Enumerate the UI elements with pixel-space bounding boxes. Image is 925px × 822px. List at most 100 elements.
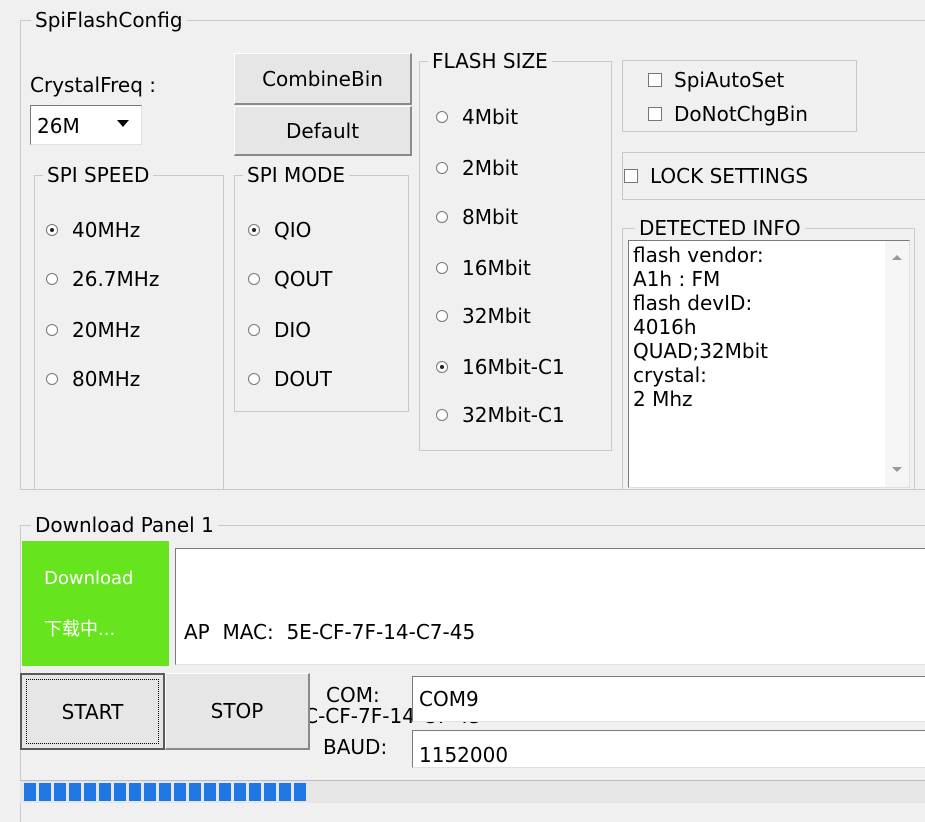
- radio-icon: [436, 211, 448, 223]
- flash-option-32mbit-c1[interactable]: 32Mbit-C1: [436, 403, 565, 427]
- flash-option-2mbit[interactable]: 2Mbit: [436, 156, 518, 180]
- spi-mode-title: SPI MODE: [243, 163, 350, 187]
- radio-icon: [436, 111, 448, 123]
- speed-option-26-7mhz[interactable]: 26.7MHz: [46, 267, 159, 291]
- speed-option-40mhz[interactable]: 40MHz: [46, 218, 140, 242]
- progress-segment: [294, 783, 306, 801]
- combine-bin-button[interactable]: CombineBin: [234, 53, 412, 105]
- radio-icon: [436, 310, 448, 322]
- mode-option-dio[interactable]: DIO: [248, 318, 311, 342]
- mode-option-label: QIO: [274, 218, 312, 242]
- flash-option-32mbit[interactable]: 32Mbit: [436, 304, 531, 328]
- flash-option-label: 16Mbit: [462, 256, 531, 280]
- flash-option-label: 8Mbit: [462, 205, 519, 229]
- scroll-up-arrow-icon[interactable]: [892, 255, 902, 260]
- com-input[interactable]: COM9: [412, 676, 925, 722]
- stop-button[interactable]: STOP: [165, 673, 310, 750]
- flash-option-label: 32Mbit-C1: [462, 403, 565, 427]
- start-button[interactable]: START: [20, 673, 165, 750]
- progress-segment: [189, 783, 201, 801]
- start-label: START: [61, 699, 124, 724]
- flash-option-8mbit[interactable]: 8Mbit: [436, 205, 518, 229]
- checkbox-icon: [648, 73, 662, 87]
- radio-icon: [248, 324, 260, 336]
- progress-segment: [54, 783, 66, 801]
- dropdown-arrow-icon[interactable]: [117, 120, 129, 127]
- progress-segment: [159, 783, 171, 801]
- speed-option-label: 40MHz: [72, 218, 141, 242]
- flash-option-16mbit-c1[interactable]: 16Mbit-C1: [436, 355, 565, 379]
- flash-option-label: 32Mbit: [462, 304, 531, 328]
- mac-line: AP MAC: 5E-CF-7F-14-C7-45: [184, 620, 476, 644]
- detected-info-line: A1h : FM: [633, 267, 721, 291]
- download-progress-bar: [20, 780, 925, 803]
- scroll-down-arrow-icon[interactable]: [892, 467, 902, 472]
- radio-icon: [436, 409, 448, 421]
- spi-flash-config-title: SpiFlashConfig: [31, 8, 187, 32]
- radio-icon: [46, 273, 58, 285]
- progress-segment: [129, 783, 141, 801]
- flash-option-label: 16Mbit-C1: [462, 355, 565, 379]
- flash-option-16mbit[interactable]: 16Mbit: [436, 256, 531, 280]
- checkbox-icon: [648, 107, 662, 121]
- progress-segment: [174, 783, 186, 801]
- mode-option-dout[interactable]: DOUT: [248, 367, 332, 391]
- scrollbar[interactable]: [885, 241, 909, 487]
- do-not-chg-bin-label: DoNotChgBin: [674, 102, 808, 126]
- progress-segment: [234, 783, 246, 801]
- radio-icon: [46, 324, 58, 336]
- download-panel-title: Download Panel 1: [31, 513, 218, 537]
- mac-info-textbox[interactable]: AP MAC: 5E-CF-7F-14-C7-45 STA MAC: 5C-CF…: [175, 548, 925, 728]
- com-value: COM9: [419, 687, 479, 711]
- progress-segment: [249, 783, 261, 801]
- progress-segment: [144, 783, 156, 801]
- do-not-chg-bin-checkbox[interactable]: DoNotChgBin: [648, 102, 808, 126]
- download-status-indicator: Download 下载中...: [22, 541, 169, 666]
- lock-settings-checkbox[interactable]: LOCK SETTINGS: [624, 164, 808, 188]
- baud-label: BAUD:: [323, 735, 388, 759]
- speed-option-80mhz[interactable]: 80MHz: [46, 367, 140, 391]
- detected-info-textarea[interactable]: flash vendor: A1h : FM flash devID: 4016…: [628, 240, 910, 488]
- spi-auto-set-label: SpiAutoSet: [674, 68, 785, 92]
- speed-option-20mhz[interactable]: 20MHz: [46, 318, 140, 342]
- crystal-freq-label: CrystalFreq :: [30, 73, 157, 97]
- progress-segment: [114, 783, 126, 801]
- speed-option-label: 20MHz: [72, 318, 141, 342]
- stop-label: STOP: [210, 699, 264, 723]
- download-status-line2: 下载中...: [44, 619, 116, 640]
- spi-speed-title: SPI SPEED: [43, 163, 154, 187]
- speed-option-label: 26.7MHz: [72, 267, 160, 291]
- radio-selected-icon: [248, 224, 260, 236]
- baud-value: 1152000: [419, 743, 509, 767]
- detected-info-text: flash vendor: A1h : FM flash devID: 4016…: [633, 243, 768, 411]
- mode-option-label: QOUT: [274, 267, 333, 291]
- crystal-freq-select[interactable]: 26M: [30, 105, 142, 145]
- checkbox-icon: [624, 169, 638, 183]
- mode-option-qio[interactable]: QIO: [248, 218, 311, 242]
- detected-info-line: 2 Mhz: [633, 387, 693, 411]
- spi-auto-set-checkbox[interactable]: SpiAutoSet: [648, 68, 784, 92]
- baud-input[interactable]: 1152000: [412, 730, 925, 768]
- radio-selected-icon: [46, 224, 58, 236]
- detected-info-line: flash vendor:: [633, 243, 764, 267]
- radio-icon: [248, 273, 260, 285]
- flash-option-4mbit[interactable]: 4Mbit: [436, 105, 518, 129]
- radio-icon: [436, 262, 448, 274]
- progress-segment: [204, 783, 216, 801]
- radio-icon: [46, 373, 58, 385]
- combine-bin-label: CombineBin: [262, 66, 383, 91]
- mode-option-qout[interactable]: QOUT: [248, 267, 332, 291]
- radio-icon: [248, 373, 260, 385]
- radio-selected-icon: [436, 361, 448, 373]
- flash-size-title: FLASH SIZE: [428, 49, 552, 73]
- detected-info-line: flash devID:: [633, 291, 753, 315]
- lock-settings-label: LOCK SETTINGS: [650, 164, 809, 188]
- mode-option-label: DIO: [274, 318, 312, 342]
- detected-info-line: crystal:: [633, 363, 707, 387]
- detected-info-line: QUAD;32Mbit: [633, 339, 768, 363]
- radio-icon: [436, 162, 448, 174]
- progress-segment: [84, 783, 96, 801]
- default-button[interactable]: Default: [234, 106, 412, 156]
- progress-segment: [39, 783, 51, 801]
- progress-segment: [99, 783, 111, 801]
